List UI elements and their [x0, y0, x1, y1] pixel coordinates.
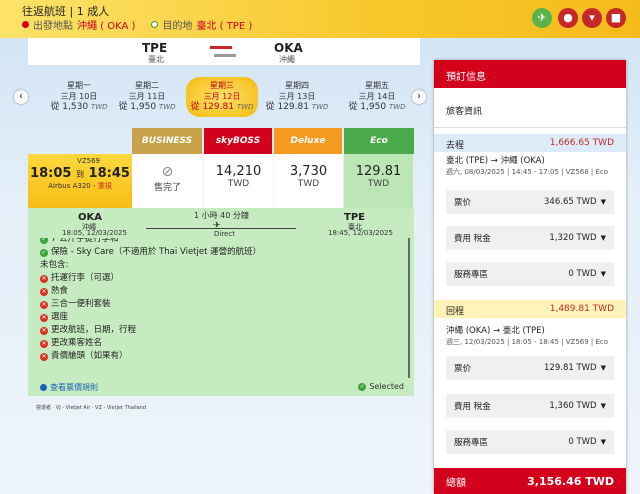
list-item: ✕ 熱食 — [40, 286, 69, 296]
return-route: 沖繩 (OKA) → 臺北 (TPE) 週三, 12/03/2025 | 18:0… — [446, 326, 609, 346]
return-tax-row[interactable]: 費用 稅金 1,360 TWD ▼ — [446, 394, 614, 418]
fare-deluxe-cell[interactable]: 3,730 TWD — [274, 154, 344, 208]
business-soldout-text: 售完了 — [153, 183, 181, 193]
cross-icon: ✕ — [40, 339, 48, 348]
list-item: ✕ 選座 — [40, 312, 69, 322]
skyboss-currency: TWD — [227, 179, 250, 189]
fare-skyboss-cell[interactable]: 14,210 TWD — [204, 154, 274, 208]
destination-label: 目的地 — [162, 21, 193, 32]
outbound-tax-row[interactable]: 費用 稅金 1,320 TWD ▼ — [446, 226, 614, 250]
flight-duration: 1 小時 40 分鐘 — [194, 211, 249, 220]
chevron-down-icon: ▼ — [600, 402, 606, 410]
operator-legend: 營運者 · VJ - Vietjet Air · VZ - Vietjet Th… — [36, 405, 147, 411]
chevron-down-icon: ▼ — [600, 270, 606, 278]
chevron-down-icon: ▼ — [600, 198, 606, 206]
fare-tab-business[interactable]: BUSINESS — [132, 128, 202, 154]
passenger-info-link[interactable]: 旅客資訊 — [434, 88, 626, 128]
list-item: ✕ 托運行李（可選） — [40, 273, 120, 283]
check-icon: ✓ — [40, 248, 48, 257]
info-icon — [40, 384, 47, 391]
origin-value: 沖繩 ( OKA ) — [77, 21, 136, 32]
booking-summary-panel: 預訂信息 旅客資訊 去程 1,666.65 TWD 臺北 (TPE) → 沖繩 (… — [434, 60, 626, 494]
chevron-down-icon: ▼ — [600, 234, 606, 242]
cross-icon: ✕ — [40, 313, 48, 322]
next-dates-button[interactable]: › — [412, 90, 426, 104]
route-from-code: TPE — [142, 41, 168, 55]
swap-arrows-icon — [210, 46, 236, 62]
route-header: TPE 臺北 OKA 沖繩 — [28, 38, 420, 66]
sold-out-icon: ⊘ — [161, 164, 174, 180]
return-fare-row[interactable]: 票价 129.81 TWD ▼ — [446, 356, 614, 380]
list-item: ✕ 更改乘客姓名 — [40, 338, 103, 348]
return-service-row[interactable]: 服務專區 0 TWD ▼ — [446, 430, 614, 454]
panel-title: 預訂信息 — [434, 60, 626, 88]
fare-detail-panel: OKA 沖繩 18:05, 12/03/2025 1 小時 40 分鐘 ✈ Di… — [28, 208, 414, 396]
detail-to-time: 18:45, 12/03/2025 — [328, 229, 393, 237]
flight-times: 18:05 到 18:45 — [30, 166, 130, 181]
skyboss-price: 14,210 — [215, 164, 262, 179]
route-from-city: 臺北 — [148, 55, 164, 64]
aircraft-type: Airbus A320 - 重視 — [48, 182, 112, 190]
eco-price: 129.81 — [355, 164, 402, 179]
date-selector: ‹ 星期一 三月 10日 從 1,530 TWD 星期二 三月 11日 從 1,95… — [14, 74, 426, 120]
flight-icon[interactable]: ✈ — [532, 8, 552, 28]
deluxe-currency: TWD — [297, 179, 320, 189]
fare-conditions-list[interactable]: ✓ 7 公斤手提行李和 ✓ 保險 - Sky Care（不適用於 Thai Viet… — [40, 238, 410, 378]
fare-eco-cell[interactable]: 129.81 TWD — [344, 154, 414, 208]
check-icon: ✓ — [40, 238, 48, 244]
return-header: 回程 1,489.81 TWD — [434, 300, 626, 318]
flight-path-line — [146, 228, 296, 229]
fare-tab-skyboss[interactable]: skyBOSS — [204, 128, 272, 154]
selected-indicator: ✓ Selected — [358, 382, 404, 391]
outbound-fare-row[interactable]: 票价 346.65 TWD ▼ — [446, 190, 614, 214]
route-summary: 出發地點 沖繩 ( OKA ) 目的地 臺北 ( TPE ) — [22, 17, 252, 32]
total-bar: 總額 3,156.46 TWD — [434, 468, 626, 494]
list-item: ✕ 貴價艙頭（如果有） — [40, 351, 128, 361]
fare-business-cell: ⊘ 售完了 — [132, 154, 204, 208]
eco-currency: TWD — [367, 179, 390, 189]
chevron-down-icon: ▼ — [600, 364, 606, 372]
fare-tab-deluxe[interactable]: Deluxe — [274, 128, 342, 154]
date-option-selected[interactable]: 星期三 三月 12日 從 129.81 TWD — [186, 77, 258, 117]
list-item: ✕ 更改航班，日期，行程 — [40, 325, 137, 335]
cross-icon: ✕ — [40, 326, 48, 335]
date-option[interactable]: 星期四 三月 13日 從 129.81 TWD — [264, 80, 330, 113]
check-icon: ✓ — [358, 382, 367, 391]
excluded-title: 未包含: — [40, 260, 69, 270]
cross-icon: ✕ — [40, 300, 48, 309]
route-to-code: OKA — [274, 41, 303, 55]
flight-number: VZ569 — [77, 157, 100, 165]
route-to-city: 沖繩 — [279, 55, 295, 64]
cross-icon: ✕ — [40, 274, 48, 283]
list-item: ✕ 三合一便利套裝 — [40, 299, 111, 309]
destination-value: 臺北 ( TPE ) — [196, 21, 253, 32]
deluxe-price: 3,730 — [289, 164, 328, 179]
outbound-route: 臺北 (TPE) → 沖繩 (OKA) 週六, 08/03/2025 | 14:4… — [446, 156, 609, 176]
date-option[interactable]: 星期二 三月 11日 從 1,950 TWD — [114, 80, 180, 113]
direct-label: Direct — [214, 230, 235, 238]
cross-icon: ✕ — [40, 287, 48, 296]
outbound-service-row[interactable]: 服務專區 0 TWD ▼ — [446, 262, 614, 286]
outbound-header: 去程 1,666.65 TWD — [434, 134, 626, 152]
date-option[interactable]: 星期五 三月 14日 從 1,950 TWD — [344, 80, 410, 113]
top-bar: 往返航班 | 1 成人 出發地點 沖繩 ( OKA ) 目的地 臺北 ( TPE… — [0, 0, 640, 38]
chevron-down-icon: ▼ — [600, 438, 606, 446]
origin-marker-icon — [22, 21, 29, 28]
prev-dates-button[interactable]: ‹ — [14, 90, 28, 104]
cart-icon[interactable]: ▾ — [582, 8, 602, 28]
detail-from-time: 18:05, 12/03/2025 — [62, 229, 127, 237]
destination-marker-icon — [151, 21, 159, 28]
flight-info-card[interactable]: VZ569 18:05 到 18:45 Airbus A320 - 重視 — [28, 154, 132, 208]
user-icon[interactable]: ● — [558, 8, 578, 28]
date-option[interactable]: 星期一 三月 10日 從 1,530 TWD — [46, 80, 112, 113]
fare-tab-eco[interactable]: Eco — [344, 128, 414, 154]
fare-rules-link[interactable]: 查看票價規則 — [40, 382, 98, 393]
origin-label: 出發地點 — [33, 21, 73, 32]
cart-alt-icon[interactable]: ■ — [606, 8, 626, 28]
list-item: ✓ 保險 - Sky Care（不適用於 Thai Vietjet 運營的航班） — [40, 247, 262, 257]
list-item: ✓ 7 公斤手提行李和 — [40, 238, 408, 246]
cross-icon: ✕ — [40, 352, 48, 361]
